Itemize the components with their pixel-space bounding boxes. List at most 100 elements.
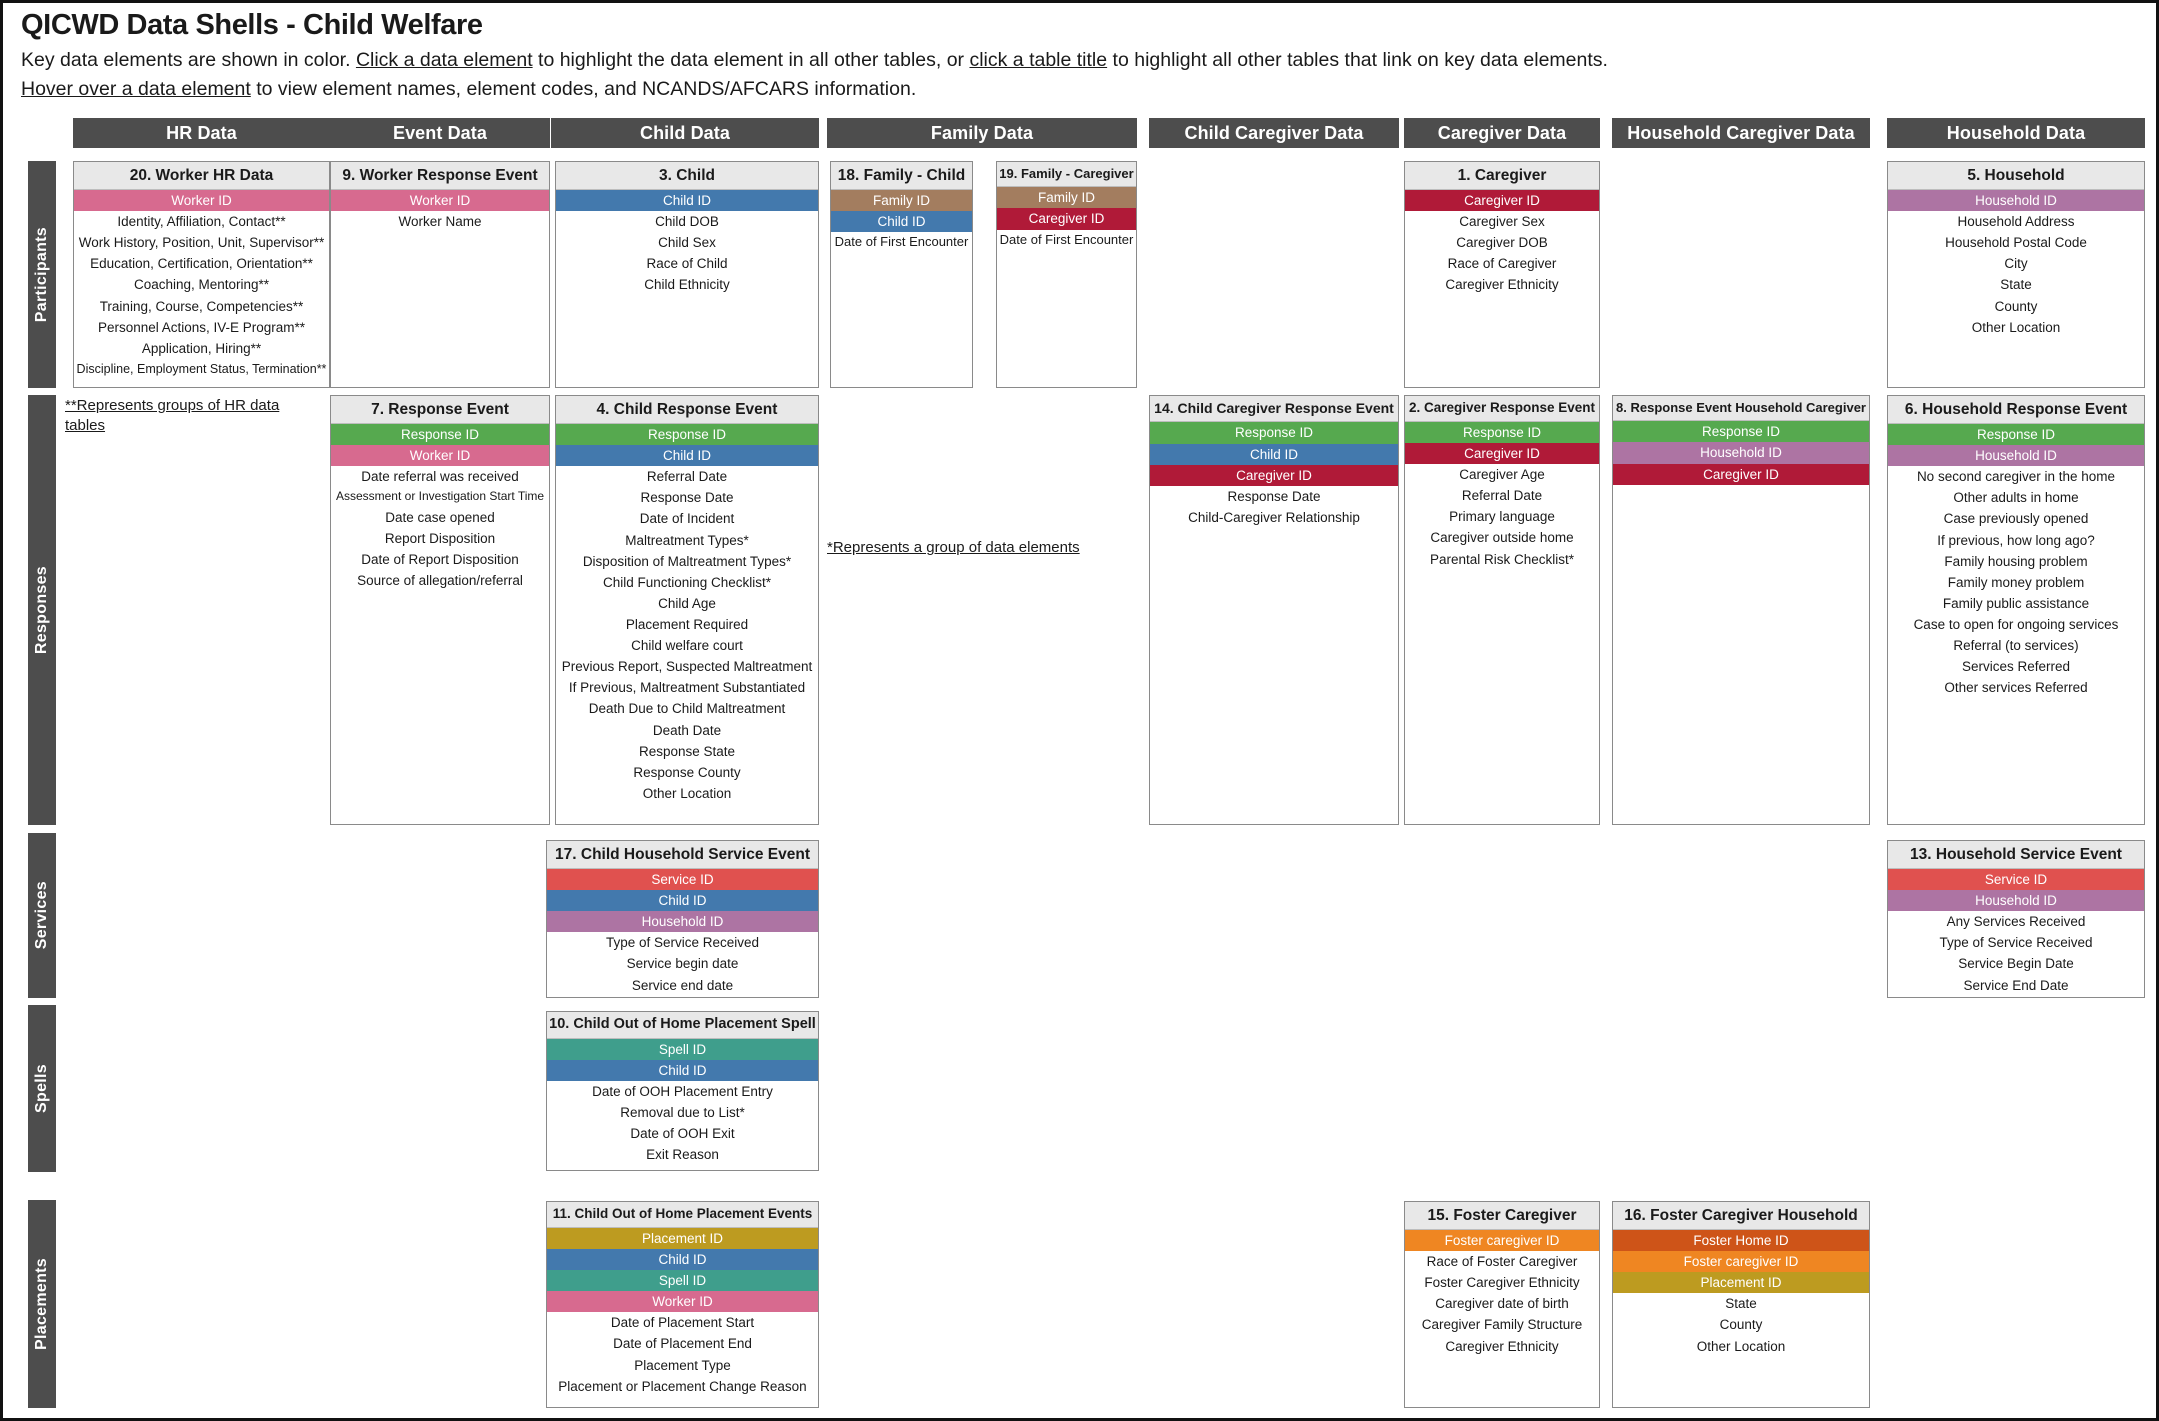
table-caregiver-response-event[interactable]: 2. Caregiver Response Event Response ID Ca… xyxy=(1404,395,1600,825)
table-response-event-household-caregiver[interactable]: 8. Response Event Household Caregiver Res… xyxy=(1612,395,1870,825)
column-header-child-data[interactable]: Child Data xyxy=(551,118,819,148)
data-element[interactable]: Service end date xyxy=(547,974,818,996)
data-element[interactable]: Caregiver Age xyxy=(1405,464,1599,486)
key-data-element[interactable]: Response ID xyxy=(1150,422,1398,444)
data-element[interactable]: City xyxy=(1888,253,2144,275)
table-title[interactable]: 9. Worker Response Event xyxy=(331,162,549,191)
table-title[interactable]: 7. Response Event xyxy=(331,396,549,425)
data-element[interactable]: Date of OOH Placement Entry xyxy=(547,1081,818,1103)
data-element[interactable]: Child Functioning Checklist* xyxy=(556,571,818,593)
data-element[interactable]: Caregiver Ethnicity xyxy=(1405,274,1599,296)
data-element[interactable]: Child Age xyxy=(556,592,818,615)
data-element[interactable]: Death Due to Child Maltreatment xyxy=(556,698,818,720)
table-response-event[interactable]: 7. Response Event Response ID Worker ID Dat… xyxy=(330,395,550,825)
data-element[interactable]: Caregiver Ethnicity xyxy=(1405,1335,1599,1357)
key-data-element[interactable]: Household ID xyxy=(1888,190,2144,212)
data-element[interactable]: Removal due to List* xyxy=(547,1102,818,1124)
data-element[interactable]: Caregiver outside home xyxy=(1405,527,1599,549)
column-header-family-data[interactable]: Family Data xyxy=(827,118,1137,148)
data-element[interactable]: Identity, Affiliation, Contact** xyxy=(74,211,329,233)
data-element[interactable]: State xyxy=(1613,1293,1869,1315)
data-element[interactable]: Family public assistance xyxy=(1888,592,2144,615)
key-data-element[interactable]: Response ID xyxy=(331,424,549,446)
table-title[interactable]: 2. Caregiver Response Event xyxy=(1405,396,1599,422)
data-element[interactable]: Date case opened xyxy=(331,506,549,528)
table-family-child[interactable]: 18. Family - Child Family ID Child ID Date … xyxy=(830,161,973,388)
data-element[interactable]: Case previously opened xyxy=(1888,508,2144,530)
key-data-element[interactable]: Caregiver ID xyxy=(1405,442,1599,465)
data-element[interactable]: Date of Placement Start xyxy=(547,1312,818,1334)
data-element[interactable]: Type of Service Received xyxy=(1888,932,2144,954)
data-element[interactable]: Case to open for ongoing services xyxy=(1888,614,2144,636)
table-child-response-event[interactable]: 4. Child Response Event Response ID Child … xyxy=(555,395,819,825)
data-element[interactable]: Other services Referred xyxy=(1888,677,2144,699)
data-element[interactable]: Service begin date xyxy=(547,953,818,975)
column-header-event-data[interactable]: Event Data xyxy=(330,118,550,148)
key-data-element[interactable]: Foster caregiver ID xyxy=(1613,1251,1869,1273)
data-element[interactable]: Death Date xyxy=(556,719,818,741)
data-element[interactable]: Discipline, Employment Status, Terminati… xyxy=(74,358,329,379)
table-worker-response-event[interactable]: 9. Worker Response Event Worker ID Worker … xyxy=(330,161,550,388)
data-element[interactable]: Training, Course, Competencies** xyxy=(74,295,329,317)
key-data-element[interactable]: Caregiver ID xyxy=(1405,190,1599,212)
table-household-response-event[interactable]: 6. Household Response Event Response ID Ho… xyxy=(1887,395,2145,825)
table-title[interactable]: 6. Household Response Event xyxy=(1888,396,2144,425)
data-element[interactable]: Referral Date xyxy=(556,466,818,488)
data-element[interactable]: Child Sex xyxy=(556,232,818,254)
key-data-element[interactable]: Child ID xyxy=(831,211,972,233)
data-element[interactable]: Date referral was received xyxy=(331,466,549,488)
key-data-element[interactable]: Family ID xyxy=(997,187,1136,209)
table-title[interactable]: 3. Child xyxy=(556,162,818,191)
data-element[interactable]: Household Address xyxy=(1888,211,2144,233)
data-element[interactable]: Child DOB xyxy=(556,211,818,233)
table-foster-caregiver-household[interactable]: 16. Foster Caregiver Household Foster Hom… xyxy=(1612,1201,1870,1408)
data-element[interactable]: Exit Reason xyxy=(547,1144,818,1166)
data-element[interactable]: Source of allegation/referral xyxy=(331,570,549,592)
data-element[interactable]: Primary language xyxy=(1405,506,1599,528)
key-data-element[interactable]: Household ID xyxy=(1888,445,2144,467)
table-foster-caregiver[interactable]: 15. Foster Caregiver Foster caregiver ID R… xyxy=(1404,1201,1600,1408)
data-element[interactable]: Disposition of Maltreatment Types* xyxy=(556,550,818,572)
data-element[interactable]: Type of Service Received xyxy=(547,932,818,954)
data-element[interactable]: Placement Type xyxy=(547,1354,818,1376)
key-data-element[interactable]: Child ID xyxy=(1150,443,1398,465)
key-data-element[interactable]: Response ID xyxy=(1888,424,2144,446)
data-element[interactable]: Date of Report Disposition xyxy=(331,549,549,571)
data-element[interactable]: Race of Caregiver xyxy=(1405,253,1599,275)
data-element[interactable]: Maltreatment Types* xyxy=(556,529,818,551)
key-data-element[interactable]: Child ID xyxy=(547,890,818,912)
table-title[interactable]: 4. Child Response Event xyxy=(556,396,818,425)
key-data-element[interactable]: Response ID xyxy=(556,424,818,446)
key-data-element[interactable]: Worker ID xyxy=(547,1291,818,1313)
click-data-element-link[interactable]: Click a data element xyxy=(356,49,533,71)
table-household-service-event[interactable]: 13. Household Service Event Service ID Hou… xyxy=(1887,840,2145,998)
key-data-element[interactable]: Family ID xyxy=(831,190,972,212)
table-title[interactable]: 14. Child Caregiver Response Event xyxy=(1150,396,1398,423)
data-element[interactable]: Referral Date xyxy=(1405,485,1599,507)
key-data-element[interactable]: Child ID xyxy=(556,445,818,467)
column-header-household-caregiver-data[interactable]: Household Caregiver Data xyxy=(1612,118,1870,148)
data-element[interactable]: Any Services Received xyxy=(1888,911,2144,933)
key-data-element[interactable]: Caregiver ID xyxy=(997,208,1136,230)
table-title[interactable]: 18. Family - Child xyxy=(831,162,972,191)
data-element[interactable]: Foster Caregiver Ethnicity xyxy=(1405,1272,1599,1294)
data-element[interactable]: No second caregiver in the home xyxy=(1888,466,2144,488)
key-data-element[interactable]: Response ID xyxy=(1613,421,1869,443)
data-element[interactable]: Other Location xyxy=(1888,316,2144,338)
key-data-element[interactable]: Spell ID xyxy=(547,1038,818,1061)
data-element[interactable]: Other Location xyxy=(556,782,818,805)
key-data-element[interactable]: Worker ID xyxy=(331,190,549,212)
data-element[interactable]: Date of Incident xyxy=(556,508,818,530)
key-data-element[interactable]: Caregiver ID xyxy=(1613,463,1869,485)
table-caregiver[interactable]: 1. Caregiver Caregiver ID Caregiver Sex Car… xyxy=(1404,161,1600,388)
data-element[interactable]: Caregiver DOB xyxy=(1405,232,1599,254)
data-element[interactable]: County xyxy=(1613,1314,1869,1336)
key-data-element[interactable]: Worker ID xyxy=(331,445,549,467)
data-element[interactable]: Family housing problem xyxy=(1888,550,2144,572)
key-data-element[interactable]: Spell ID xyxy=(547,1270,818,1292)
data-element[interactable]: Caregiver Sex xyxy=(1405,211,1599,233)
table-title[interactable]: 20. Worker HR Data xyxy=(74,162,329,191)
table-child[interactable]: 3. Child Child ID Child DOB Child Sex Race o… xyxy=(555,161,819,388)
column-header-child-caregiver-data[interactable]: Child Caregiver Data xyxy=(1149,118,1399,148)
data-element[interactable]: Child welfare court xyxy=(556,635,818,657)
